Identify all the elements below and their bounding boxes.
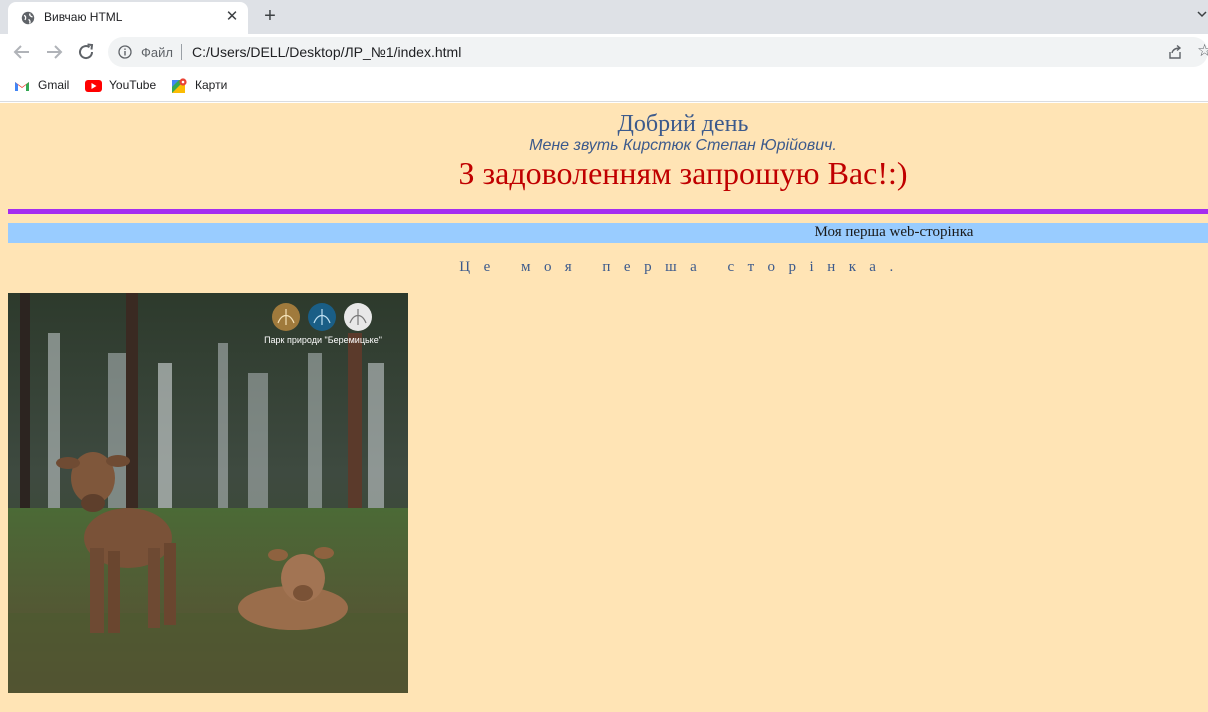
bookmark-label: Карти [195, 78, 228, 92]
share-icon[interactable] [1167, 44, 1183, 60]
bookmark-maps[interactable]: Карти [172, 76, 232, 96]
tab-active[interactable]: Вивчаю HTML ✕ [8, 2, 248, 34]
horizontal-rule [8, 209, 1208, 214]
address-bar[interactable]: Файл C:/Users/DELL/Desktop/ЛР_№1/index.h… [108, 37, 1208, 67]
omnibox-divider [181, 44, 182, 60]
greeting-heading: Добрий день [617, 111, 749, 137]
forward-arrow-icon[interactable] [42, 40, 66, 64]
intro-text: Мене звуть Кирстюк Степан Юрійович. [529, 137, 837, 154]
gmail-icon [15, 82, 29, 91]
scheme-label: Файл [141, 45, 173, 60]
bookmark-gmail[interactable]: Gmail [14, 76, 74, 96]
bookmark-label: Gmail [38, 78, 70, 92]
tab-title: Вивчаю HTML [44, 10, 123, 24]
globe-icon [21, 11, 35, 25]
photo-watermark: Парк природи "Беремицьке" [264, 335, 382, 345]
calves-photo: Парк природи "Беремицьке" [8, 293, 408, 693]
browser-toolbar: Файл C:/Users/DELL/Desktop/ЛР_№1/index.h… [0, 34, 1208, 70]
maps-icon [172, 78, 187, 93]
back-arrow-icon[interactable] [10, 40, 34, 64]
bookmarks-bar: Gmail YouTube Карти [0, 70, 1208, 102]
url-text[interactable]: C:/Users/DELL/Desktop/ЛР_№1/index.html [192, 44, 461, 60]
banner-text: Моя перша web-сторінка [814, 224, 974, 240]
close-tab-icon[interactable]: ✕ [223, 8, 241, 26]
bookmark-label: YouTube [109, 78, 157, 92]
reload-icon[interactable] [74, 40, 98, 64]
tab-strip: Вивчаю HTML ✕ + [0, 0, 1208, 34]
bookmark-youtube[interactable]: YouTube [85, 76, 160, 96]
page-content: Добрий день Мене звуть Кирстюк Степан Юр… [0, 103, 1208, 712]
youtube-icon [85, 80, 102, 92]
bookmark-star-icon[interactable]: ☆ [1197, 42, 1208, 60]
spaced-text: Це моя перша сторінка. [459, 259, 907, 275]
chevron-down-icon[interactable] [1196, 7, 1208, 21]
calves-image: Парк природи "Беремицьке" [8, 293, 408, 693]
banner-bar: Моя перша web-сторінка [8, 223, 1208, 243]
info-icon[interactable] [118, 45, 132, 59]
invite-heading: З задоволенням запрошую Вас!:) [458, 155, 908, 191]
new-tab-button[interactable]: + [259, 5, 281, 27]
